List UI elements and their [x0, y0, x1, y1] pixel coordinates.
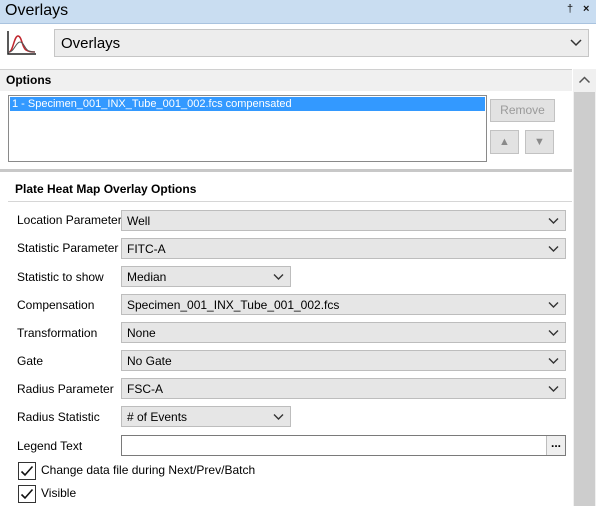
overlay-list[interactable]: 1 - Specimen_001_INX_Tube_001_002.fcs co…: [8, 95, 487, 162]
transformation-label: Transformation: [17, 326, 98, 340]
list-item[interactable]: 1 - Specimen_001_INX_Tube_001_002.fcs co…: [10, 97, 485, 111]
statistic-to-show-value: Median: [127, 270, 167, 284]
move-down-button[interactable]: ▼: [525, 130, 554, 154]
options-header-label: Options: [6, 73, 52, 87]
close-icon[interactable]: ×: [583, 3, 589, 15]
compensation-select[interactable]: Specimen_001_INX_Tube_001_002.fcs: [121, 294, 566, 315]
location-parameter-select[interactable]: Well: [121, 210, 566, 231]
scroll-up-button[interactable]: [573, 69, 596, 91]
checkmark-icon: [20, 488, 34, 500]
radius-parameter-label: Radius Parameter: [17, 382, 114, 396]
location-parameter-label: Location Parameter: [17, 213, 122, 227]
radius-statistic-value: # of Events: [127, 410, 188, 424]
gate-select[interactable]: No Gate: [121, 350, 566, 371]
radius-statistic-select[interactable]: # of Events: [121, 406, 291, 427]
transformation-select[interactable]: None: [121, 322, 566, 343]
arrow-down-icon: ▼: [534, 136, 545, 148]
move-up-button[interactable]: ▲: [490, 130, 519, 154]
chevron-down-icon: [570, 39, 582, 47]
gate-value: No Gate: [127, 354, 172, 368]
chevron-down-icon: [548, 217, 559, 224]
section-underline: [8, 201, 572, 202]
statistic-parameter-select[interactable]: FITC-A: [121, 238, 566, 259]
panel-title: Overlays: [5, 2, 69, 19]
chevron-down-icon: [548, 357, 559, 364]
statistic-to-show-label: Statistic to show: [17, 270, 104, 284]
gate-label: Gate: [17, 354, 44, 368]
pin-icon[interactable]: †: [567, 3, 573, 15]
histogram-overlay-icon: [4, 28, 40, 60]
statistic-to-show-select[interactable]: Median: [121, 266, 291, 287]
chevron-down-icon: [273, 413, 284, 420]
statistic-parameter-label: Statistic Parameter: [17, 241, 119, 255]
chevron-down-icon: [548, 329, 559, 336]
legend-text-input[interactable]: ...: [121, 435, 566, 456]
radius-parameter-value: FSC-A: [127, 382, 163, 396]
vertical-scrollbar[interactable]: [573, 69, 596, 506]
legend-text-label: Legend Text: [17, 439, 83, 453]
overlay-type-value: Overlays: [61, 35, 121, 52]
remove-button[interactable]: Remove: [490, 99, 555, 122]
statistic-parameter-value: FITC-A: [127, 242, 166, 256]
visible-label: Visible: [41, 486, 77, 500]
legend-text-browse-button[interactable]: ...: [546, 436, 565, 455]
chevron-down-icon: [273, 273, 284, 280]
compensation-value: Specimen_001_INX_Tube_001_002.fcs: [127, 298, 340, 312]
chevron-down-icon: [548, 301, 559, 308]
checkmark-icon: [20, 465, 34, 477]
radius-parameter-select[interactable]: FSC-A: [121, 378, 566, 399]
location-parameter-value: Well: [127, 214, 151, 228]
visible-checkbox[interactable]: [18, 485, 36, 503]
scroll-thumb[interactable]: [574, 92, 595, 506]
section-title: Plate Heat Map Overlay Options: [15, 182, 197, 196]
compensation-label: Compensation: [17, 298, 95, 312]
section-divider: [0, 169, 572, 172]
radius-statistic-label: Radius Statistic: [17, 410, 100, 424]
change-data-file-checkbox[interactable]: [18, 462, 36, 480]
change-data-file-label: Change data file during Next/Prev/Batch: [41, 463, 256, 477]
options-header: Options: [0, 69, 572, 91]
transformation-value: None: [127, 326, 156, 340]
chevron-up-icon: [578, 76, 591, 84]
panel-titlebar: Overlays † ×: [0, 0, 596, 24]
chevron-down-icon: [548, 245, 559, 252]
overlay-type-select[interactable]: Overlays: [54, 29, 589, 57]
arrow-up-icon: ▲: [499, 136, 510, 148]
chevron-down-icon: [548, 385, 559, 392]
